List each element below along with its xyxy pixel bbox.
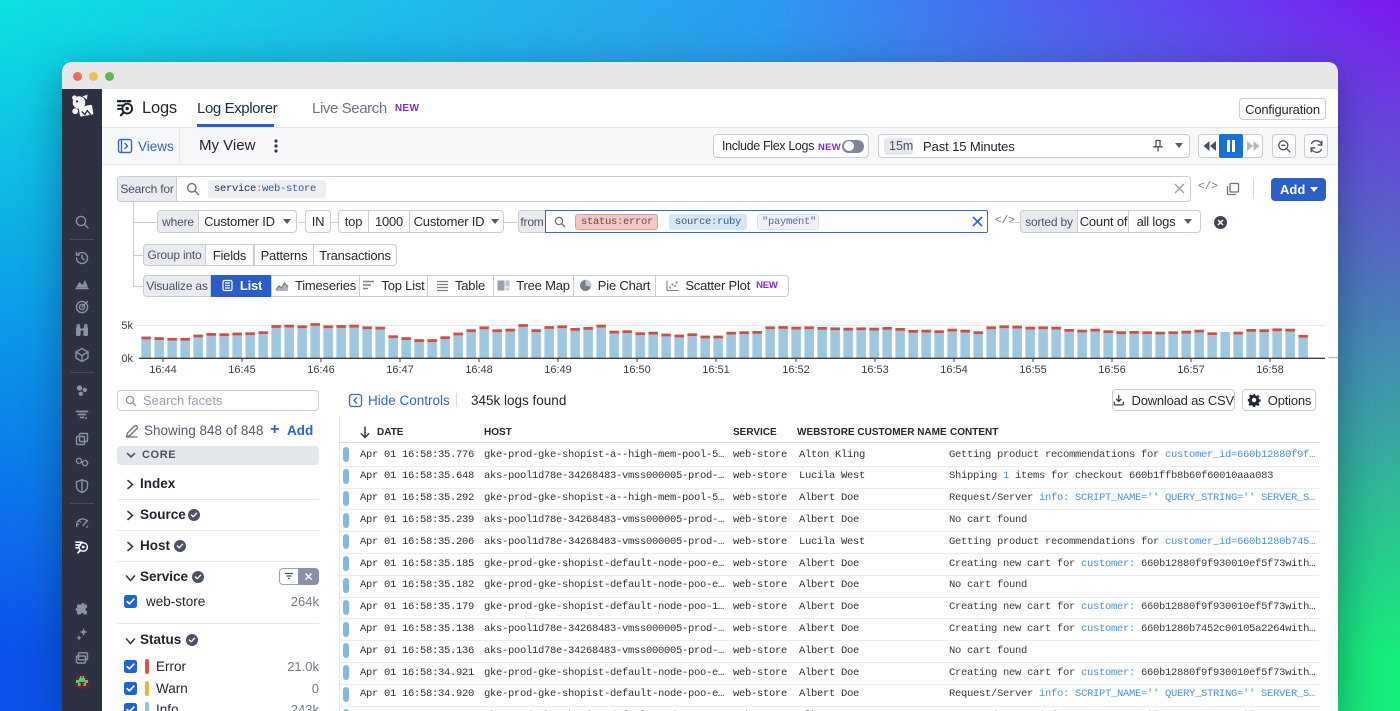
svg-text:16:52: 16:52 xyxy=(782,364,810,376)
svg-text:16:55: 16:55 xyxy=(1019,364,1047,376)
svg-text:16:53: 16:53 xyxy=(861,364,889,376)
svg-text:16:57: 16:57 xyxy=(1177,364,1205,376)
svg-text:16:58: 16:58 xyxy=(1256,364,1284,376)
svg-text:16:46: 16:46 xyxy=(307,364,335,376)
svg-text:16:48: 16:48 xyxy=(465,364,493,376)
svg-text:16:47: 16:47 xyxy=(386,364,414,376)
svg-text:16:54: 16:54 xyxy=(940,364,968,376)
svg-text:16:50: 16:50 xyxy=(623,364,651,376)
svg-text:0k: 0k xyxy=(121,353,133,365)
svg-text:16:44: 16:44 xyxy=(149,364,177,376)
svg-text:16:45: 16:45 xyxy=(228,364,256,376)
svg-text:16:49: 16:49 xyxy=(544,364,572,376)
svg-text:16:51: 16:51 xyxy=(702,364,730,376)
svg-text:5k: 5k xyxy=(121,320,133,332)
svg-text:16:56: 16:56 xyxy=(1098,364,1126,376)
